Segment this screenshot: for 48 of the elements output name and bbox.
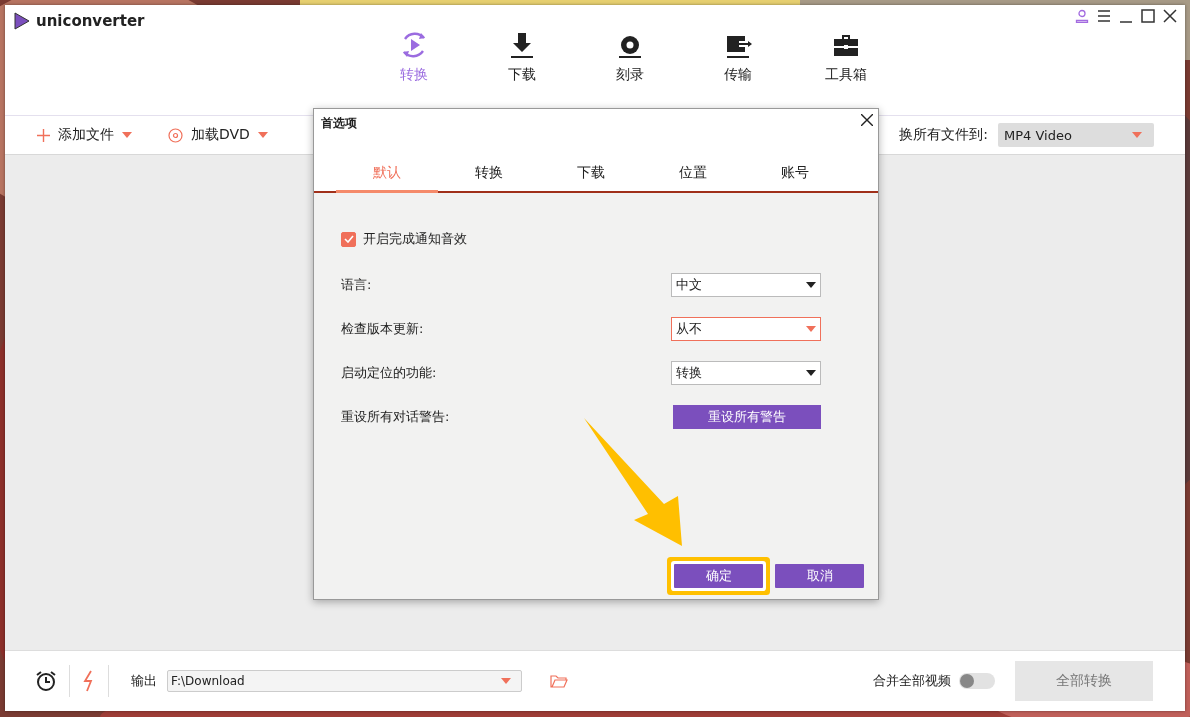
settings-tab[interactable]: 转换 (438, 155, 540, 193)
merge-videos-label: 合并全部视频 (873, 672, 951, 690)
dropdown-caret-icon (806, 370, 816, 376)
convert-all-label: 换所有文件到: (899, 126, 988, 144)
dropdown-caret-icon (501, 678, 511, 684)
merge-toggle[interactable] (959, 673, 995, 689)
reset-warnings-button[interactable]: 重设所有警告 (673, 405, 821, 429)
alarm-clock-icon[interactable] (35, 670, 57, 692)
plus-icon (37, 128, 50, 142)
settings-tab[interactable]: 账号 (744, 155, 846, 193)
setting-label: 语言: (341, 276, 372, 294)
cancel-button[interactable]: 取消 (775, 564, 864, 588)
setting-label: 检查版本更新: (341, 320, 424, 338)
nav-tab[interactable]: 下载 (468, 30, 576, 84)
app-name: uniconverter (36, 12, 145, 30)
output-label: 输出 (131, 672, 157, 690)
folder-icon[interactable] (550, 674, 568, 688)
nav-tab[interactable]: 工具箱 (792, 30, 900, 84)
dropdown[interactable]: 转换 (671, 361, 821, 385)
nav-tab[interactable]: 转换 (360, 30, 468, 84)
dropdown-caret-icon (257, 132, 268, 138)
close-button[interactable] (859, 112, 875, 128)
output-path-field[interactable]: F:\Download (167, 670, 522, 692)
nav-tab[interactable]: 传输 (684, 30, 792, 84)
settings-tab[interactable]: 下载 (540, 155, 642, 193)
add-files-button[interactable]: 添加文件 (37, 126, 132, 144)
checkbox[interactable] (341, 231, 356, 247)
close-icon[interactable] (1163, 9, 1177, 23)
maximize-icon[interactable] (1141, 9, 1155, 23)
checkbox-label: 开启完成通知音效 (363, 230, 467, 248)
dropdown[interactable]: 中文 (671, 273, 821, 297)
format-select[interactable]: MP4 Video (998, 123, 1154, 147)
dropdown-caret-icon (806, 282, 816, 288)
disc-icon (168, 127, 183, 143)
setting-label: 重设所有对话警告: (341, 408, 450, 426)
setting-label: 启动定位的功能: (341, 364, 437, 382)
close-icon (861, 114, 873, 126)
dropdown-caret-icon (806, 326, 816, 332)
menu-icon[interactable] (1097, 9, 1111, 23)
settings-tab[interactable]: 位置 (642, 155, 744, 193)
dropdown-caret-icon (122, 132, 132, 138)
nav-tab[interactable]: 刻录 (576, 30, 684, 84)
dropdown[interactable]: 从不 (671, 317, 821, 341)
user-icon[interactable] (1075, 9, 1089, 23)
logo-icon (14, 12, 30, 30)
dropdown-caret-icon (1132, 132, 1142, 138)
dialog-title: 首选项 (320, 115, 357, 132)
load-dvd-button[interactable]: 加载DVD (168, 126, 268, 144)
